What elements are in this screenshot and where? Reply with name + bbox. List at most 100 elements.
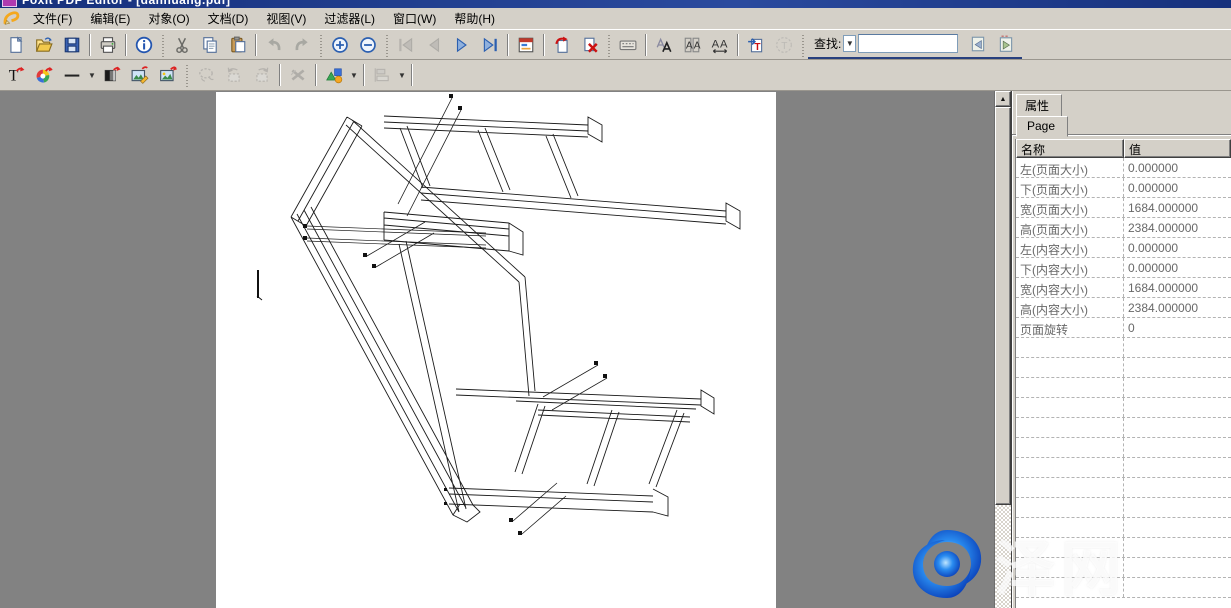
empty-property-row: [1016, 498, 1231, 518]
property-row[interactable]: 宽(页面大小)1684.000000: [1016, 198, 1231, 218]
property-row[interactable]: 左(内容大小)0.000000: [1016, 238, 1231, 258]
document-canvas[interactable]: [0, 91, 994, 608]
document-icon[interactable]: [3, 10, 20, 27]
toolbar-dropdown-arrow[interactable]: ▼: [348, 63, 360, 88]
toolbar-button-find-previous[interactable]: [965, 31, 991, 56]
scroll-up-button[interactable]: ▲: [995, 91, 1011, 107]
toolbar-drag-handle[interactable]: [385, 33, 389, 57]
toolbar-button-char-spacing[interactable]: AA: [679, 32, 705, 57]
toolbar-button-zoom-in[interactable]: [327, 32, 353, 57]
vertical-scrollbar[interactable]: ▲: [994, 91, 1011, 608]
toolbar-button-copy[interactable]: [197, 32, 223, 57]
toolbar-separator: [543, 34, 545, 56]
toolbar-button-delete-page[interactable]: [577, 32, 603, 57]
toolbar-button-insert-shapes[interactable]: [321, 63, 347, 88]
toolbar-separator: [315, 64, 317, 86]
toolbar-button-new-document[interactable]: [3, 32, 29, 57]
next-page-icon: [453, 36, 471, 54]
toolbar-button-lasso-edit[interactable]: [193, 63, 219, 88]
menu-item-7[interactable]: 窗口(W): [384, 8, 445, 29]
toolbar-button-form-editor[interactable]: [513, 32, 539, 57]
toolbar-button-keyboard[interactable]: [615, 32, 641, 57]
find-options-dropdown[interactable]: ▼: [843, 35, 856, 52]
toolbar-button-print[interactable]: [95, 32, 121, 57]
toolbar-button-redo[interactable]: [289, 32, 315, 57]
toolbar-button-paste[interactable]: [225, 32, 251, 57]
toolbar-button-info[interactable]: [131, 32, 157, 57]
toolbar-button-text-orientation[interactable]: T: [771, 32, 797, 57]
property-row[interactable]: 高(内容大小)2384.000000: [1016, 298, 1231, 318]
connecting-rods: [307, 226, 486, 248]
toolbar-button-last-page[interactable]: [477, 32, 503, 57]
property-value[interactable]: 0.000000: [1124, 178, 1231, 197]
toolbar-button-align-objects[interactable]: [369, 63, 395, 88]
paste-icon: [229, 36, 247, 54]
toolbar-button-cut[interactable]: [169, 32, 195, 57]
toolbar-button-open-file[interactable]: [31, 32, 57, 57]
first-page-icon: [397, 36, 415, 54]
property-value[interactable]: 2384.000000: [1124, 298, 1231, 317]
empty-property-row: [1016, 398, 1231, 418]
property-value[interactable]: 0: [1124, 318, 1231, 337]
property-value[interactable]: 0.000000: [1124, 158, 1231, 177]
toolbar-button-add-text[interactable]: T: [3, 63, 29, 88]
toolbar-button-add-image[interactable]: [155, 63, 181, 88]
toolbar-button-next-page[interactable]: [449, 32, 475, 57]
empty-property-row: [1016, 418, 1231, 438]
toolbar-button-edit-image[interactable]: [127, 63, 153, 88]
property-row[interactable]: 页面旋转0: [1016, 318, 1231, 338]
toolbar-drag-handle[interactable]: [607, 33, 611, 57]
toolbar-separator: [279, 64, 281, 86]
title-bar[interactable]: Foxit PDF Editor - [danhuang.pdf]: [0, 0, 1231, 8]
property-value[interactable]: 2384.000000: [1124, 218, 1231, 237]
column-header-name[interactable]: 名称: [1016, 139, 1124, 158]
toolbar-button-add-shading[interactable]: [99, 63, 125, 88]
property-row[interactable]: 高(页面大小)2384.000000: [1016, 218, 1231, 238]
toolbar-drag-handle[interactable]: [185, 63, 189, 87]
find-input[interactable]: [858, 34, 958, 53]
toolbar-button-zoom-out[interactable]: [355, 32, 381, 57]
menu-item-4[interactable]: 文档(D): [199, 8, 258, 29]
toolbar-button-save[interactable]: [59, 32, 85, 57]
toolbar-button-replace-font[interactable]: [651, 32, 677, 57]
column-header-value[interactable]: 值: [1124, 139, 1231, 158]
toolbar-button-insert-text[interactable]: T: [743, 32, 769, 57]
menu-item-6[interactable]: 过滤器(L): [315, 8, 384, 29]
toolbar-button-rotate-page[interactable]: [549, 32, 575, 57]
toolbar-drag-handle[interactable]: [801, 33, 805, 57]
tab-page[interactable]: Page: [1016, 116, 1068, 137]
toolbar-button-delete-object[interactable]: [285, 63, 311, 88]
toolbar-button-undo[interactable]: [261, 32, 287, 57]
property-value[interactable]: 1684.000000: [1124, 198, 1231, 217]
property-row[interactable]: 左(页面大小)0.000000: [1016, 158, 1231, 178]
menu-item-8[interactable]: 帮助(H): [445, 8, 504, 29]
toolbar-drag-handle[interactable]: [161, 33, 165, 57]
menu-item-3[interactable]: 对象(O): [139, 8, 198, 29]
toolbar-drag-handle[interactable]: [319, 33, 323, 57]
property-row[interactable]: 下(页面大小)0.000000: [1016, 178, 1231, 198]
toolbar-dropdown-arrow[interactable]: ▼: [86, 63, 98, 88]
menu-item-2[interactable]: 编辑(E): [81, 8, 139, 29]
toolbar-button-add-color[interactable]: [31, 63, 57, 88]
property-row[interactable]: 下(内容大小)0.000000: [1016, 258, 1231, 278]
scrollbar-thumb[interactable]: [995, 107, 1011, 505]
zoom-out-icon: [359, 36, 377, 54]
property-value[interactable]: 1684.000000: [1124, 278, 1231, 297]
property-value[interactable]: 0.000000: [1124, 258, 1231, 277]
property-row[interactable]: 宽(内容大小)1684.000000: [1016, 278, 1231, 298]
toolbar-button-first-page[interactable]: [393, 32, 419, 57]
toolbar-button-previous-page[interactable]: [421, 32, 447, 57]
svg-text:T: T: [754, 42, 761, 53]
toolbar-button-scale-text[interactable]: AA: [707, 32, 733, 57]
toolbar-button-find-next[interactable]: [993, 31, 1019, 56]
find-label: 查找:: [814, 35, 841, 52]
toolbar-button-rotate-selection-ccw[interactable]: [221, 63, 247, 88]
property-value[interactable]: 0.000000: [1124, 238, 1231, 257]
pdf-page[interactable]: [216, 92, 776, 608]
toolbar-button-line-style[interactable]: [59, 63, 85, 88]
toolbar-dropdown-arrow[interactable]: ▼: [396, 63, 408, 88]
toolbar-button-rotate-selection-cw[interactable]: [249, 63, 275, 88]
menu-item-5[interactable]: 视图(V): [257, 8, 315, 29]
menu-item-1[interactable]: 文件(F): [24, 8, 81, 29]
svg-text:A: A: [686, 40, 693, 51]
